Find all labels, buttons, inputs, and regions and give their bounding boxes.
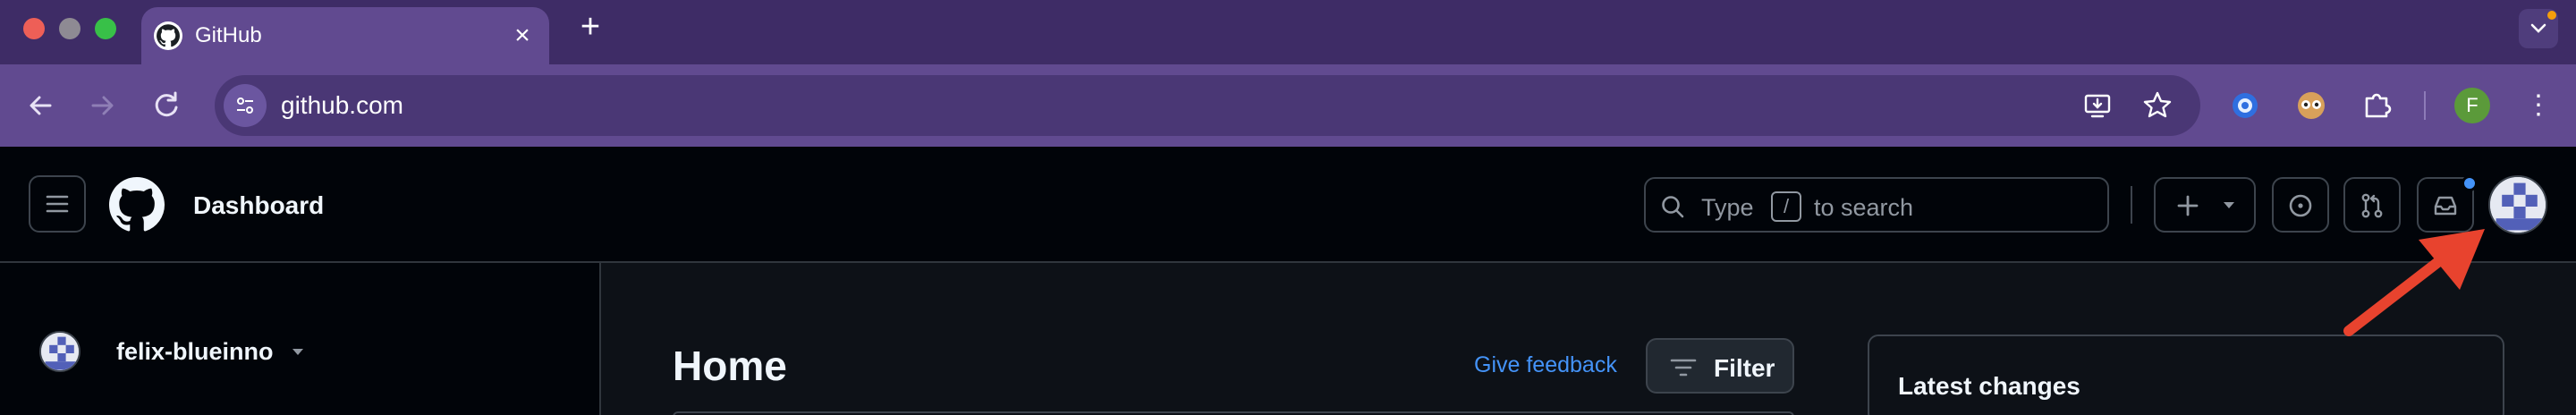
tab-close-icon[interactable]: × [508,21,537,50]
install-app-icon[interactable] [2082,89,2114,122]
extension-owl-icon[interactable] [2292,86,2331,125]
search-placeholder-suffix: to search [1814,194,1914,221]
tune-icon [237,97,253,114]
dashboard-sidebar: felix-blueinno [0,263,601,415]
create-new-button[interactable] [2154,177,2256,233]
browser-profile-avatar[interactable]: F [2454,88,2490,123]
slash-shortcut-key: / [1771,191,1801,222]
filter-button-label: Filter [1714,354,1775,382]
hamburger-icon [46,195,69,213]
filter-icon [1670,359,1697,377]
extensions-puzzle-icon[interactable] [2358,86,2397,125]
new-tab-button[interactable]: + [572,9,608,45]
page-context-title[interactable]: Dashboard [193,191,324,220]
toolbar-divider [2424,91,2426,120]
chevron-down-icon [2530,23,2546,33]
sidebar-user-avatar[interactable] [39,331,80,372]
github-logo-icon[interactable] [109,177,165,233]
github-icon [154,21,182,50]
close-window-button[interactable] [23,18,45,39]
triangle-down-icon[interactable] [290,347,306,358]
give-feedback-link[interactable]: Give feedback [1474,352,1617,378]
search-placeholder-prefix: Type [1701,194,1754,221]
page-title: Home [673,343,787,389]
maximize-window-button[interactable] [95,18,116,39]
site-info-button[interactable] [224,84,267,127]
browser-tab-github[interactable]: GitHub × [141,7,549,64]
back-arrow-icon[interactable] [21,86,61,125]
triangle-down-icon [2224,202,2234,208]
filter-button[interactable]: Filter [1646,338,1794,394]
address-bar[interactable]: github.com [215,75,2200,136]
unread-notification-dot [2462,175,2478,191]
feed-card-top-edge [673,411,1794,415]
reload-icon[interactable] [147,86,186,125]
browser-toolbar: github.com F ⋮ [0,64,2576,147]
forward-arrow-icon[interactable] [82,86,122,125]
tab-title: GitHub [195,23,262,47]
open-menu-button[interactable] [29,175,86,233]
browser-tab-strip: GitHub × + [0,0,2576,64]
search-input[interactable]: Type / to search [1644,177,2109,233]
context-switcher-username[interactable]: felix-blueinno [116,338,274,366]
issue-opened-icon [2289,194,2312,217]
header-divider [2131,186,2132,224]
identicon-avatar [41,333,79,370]
tab-search-button[interactable] [2519,9,2558,48]
latest-changes-title: Latest changes [1898,372,2080,400]
github-header: Dashboard Type / to search [0,147,2576,263]
notification-dot [2547,11,2556,20]
url-text[interactable]: github.com [281,91,403,120]
red-arrow-annotation [2343,229,2485,336]
issues-button[interactable] [2272,177,2329,233]
dashboard-main: Home Give feedback Filter Latest changes [603,263,2576,415]
minimize-window-button[interactable] [59,18,80,39]
plus-icon [2177,195,2199,216]
extension-sync-icon[interactable] [2225,86,2265,125]
browser-menu-icon[interactable]: ⋮ [2521,88,2556,123]
latest-changes-card: Latest changes [1868,335,2504,415]
bookmark-star-icon[interactable] [2141,89,2174,122]
search-icon [1662,196,1684,218]
